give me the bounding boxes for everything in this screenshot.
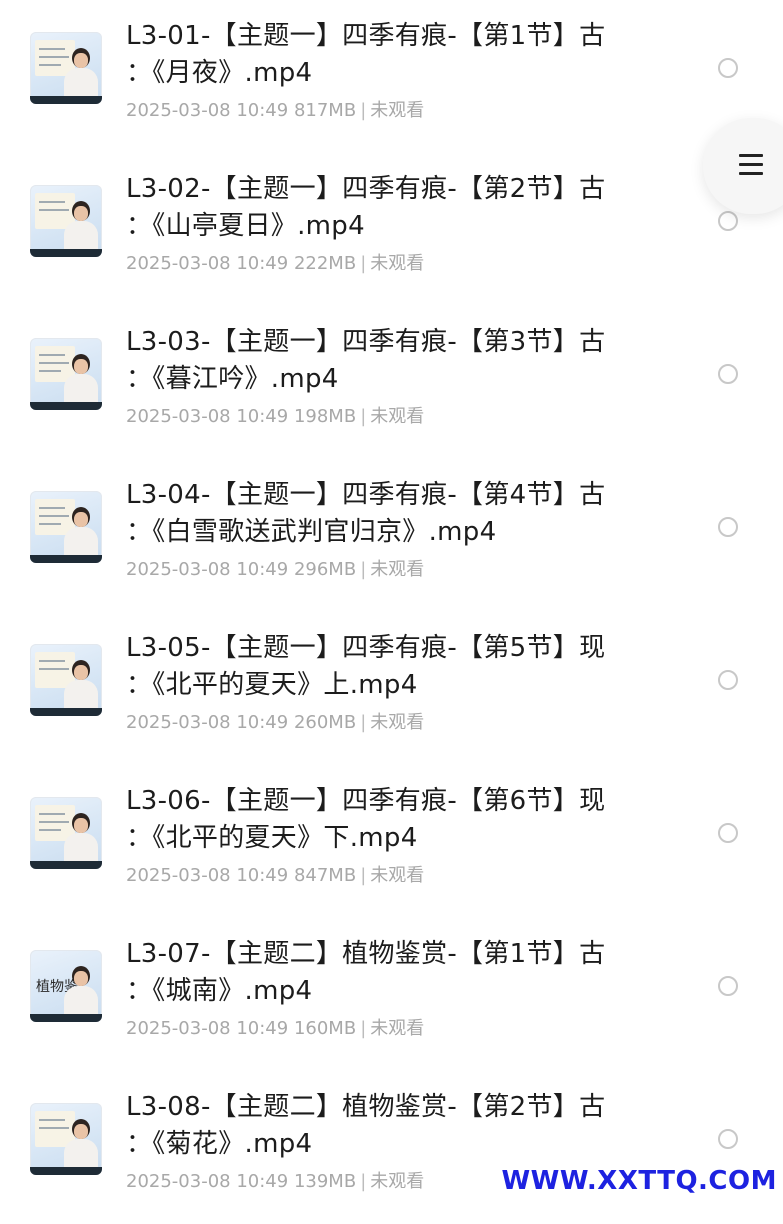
file-meta: 2025-03-08 10:49 847MB | 未观看 [126,865,425,886]
file-meta: 2025-03-08 10:49 296MB | 未观看 [126,559,425,580]
video-thumbnail[interactable]: 植物鉴 [30,950,102,1022]
video-thumbnail[interactable] [30,491,102,563]
list-item[interactable]: L3-01-【主题一】四季有痕-【第1节】古 ：《月夜》.mp4 2025-03-… [0,0,783,153]
file-meta: 2025-03-08 10:49 139MB | 未观看 [126,1171,425,1192]
video-thumbnail[interactable] [30,1103,102,1175]
file-meta: 2025-03-08 10:49 222MB | 未观看 [126,253,425,274]
file-title[interactable]: L3-02-【主题一】四季有痕-【第2节】古 ：《山亭夏日》.mp4 [126,171,666,245]
video-thumbnail[interactable] [30,32,102,104]
select-radio[interactable] [718,823,738,843]
video-thumbnail[interactable] [30,644,102,716]
file-title[interactable]: L3-07-【主题二】植物鉴赏-【第1节】古 ：《城南》.mp4 [126,936,666,1010]
list-item[interactable]: L3-06-【主题一】四季有痕-【第6节】现 ：《北平的夏天》下.mp4 2025… [0,765,783,918]
file-meta: 2025-03-08 10:49 160MB | 未观看 [126,1018,425,1039]
list-item[interactable]: L3-03-【主题一】四季有痕-【第3节】古 ：《暮江吟》.mp4 2025-03… [0,306,783,459]
file-title[interactable]: L3-01-【主题一】四季有痕-【第1节】古 ：《月夜》.mp4 [126,18,666,92]
select-radio[interactable] [718,364,738,384]
list-item[interactable]: L3-05-【主题一】四季有痕-【第5节】现 ：《北平的夏天》上.mp4 2025… [0,612,783,765]
file-meta: 2025-03-08 10:49 817MB | 未观看 [126,100,425,121]
select-radio[interactable] [718,517,738,537]
video-thumbnail[interactable] [30,338,102,410]
watermark: WWW.XXTTQ.COM [501,1166,777,1196]
file-title[interactable]: L3-03-【主题一】四季有痕-【第3节】古 ：《暮江吟》.mp4 [126,324,666,398]
file-title[interactable]: L3-05-【主题一】四季有痕-【第5节】现 ：《北平的夏天》上.mp4 [126,630,666,704]
file-meta: 2025-03-08 10:49 198MB | 未观看 [126,406,425,427]
file-title[interactable]: L3-04-【主题一】四季有痕-【第4节】古 ：《白雪歌送武判官归京》.mp4 [126,477,666,551]
select-radio[interactable] [718,58,738,78]
list-item[interactable]: L3-04-【主题一】四季有痕-【第4节】古 ：《白雪歌送武判官归京》.mp4 2… [0,459,783,612]
file-title[interactable]: L3-06-【主题一】四季有痕-【第6节】现 ：《北平的夏天》下.mp4 [126,783,666,857]
list-item[interactable]: 植物鉴 L3-07-【主题二】植物鉴赏-【第1节】古 ：《城南》.mp4 2025… [0,918,783,1071]
list-item[interactable]: L3-08-【主题二】植物鉴赏-【第2节】古 ：《菊花》.mp4 2025-03-… [0,1071,783,1224]
select-radio[interactable] [718,976,738,996]
hamburger-menu-icon [739,152,763,176]
select-radio[interactable] [718,211,738,231]
file-title[interactable]: L3-08-【主题二】植物鉴赏-【第2节】古 ：《菊花》.mp4 [126,1089,666,1163]
select-radio[interactable] [718,1129,738,1149]
file-meta: 2025-03-08 10:49 260MB | 未观看 [126,712,425,733]
video-thumbnail[interactable] [30,797,102,869]
select-radio[interactable] [718,670,738,690]
list-item[interactable]: L3-02-【主题一】四季有痕-【第2节】古 ：《山亭夏日》.mp4 2025-0… [0,153,783,306]
video-thumbnail[interactable] [30,185,102,257]
